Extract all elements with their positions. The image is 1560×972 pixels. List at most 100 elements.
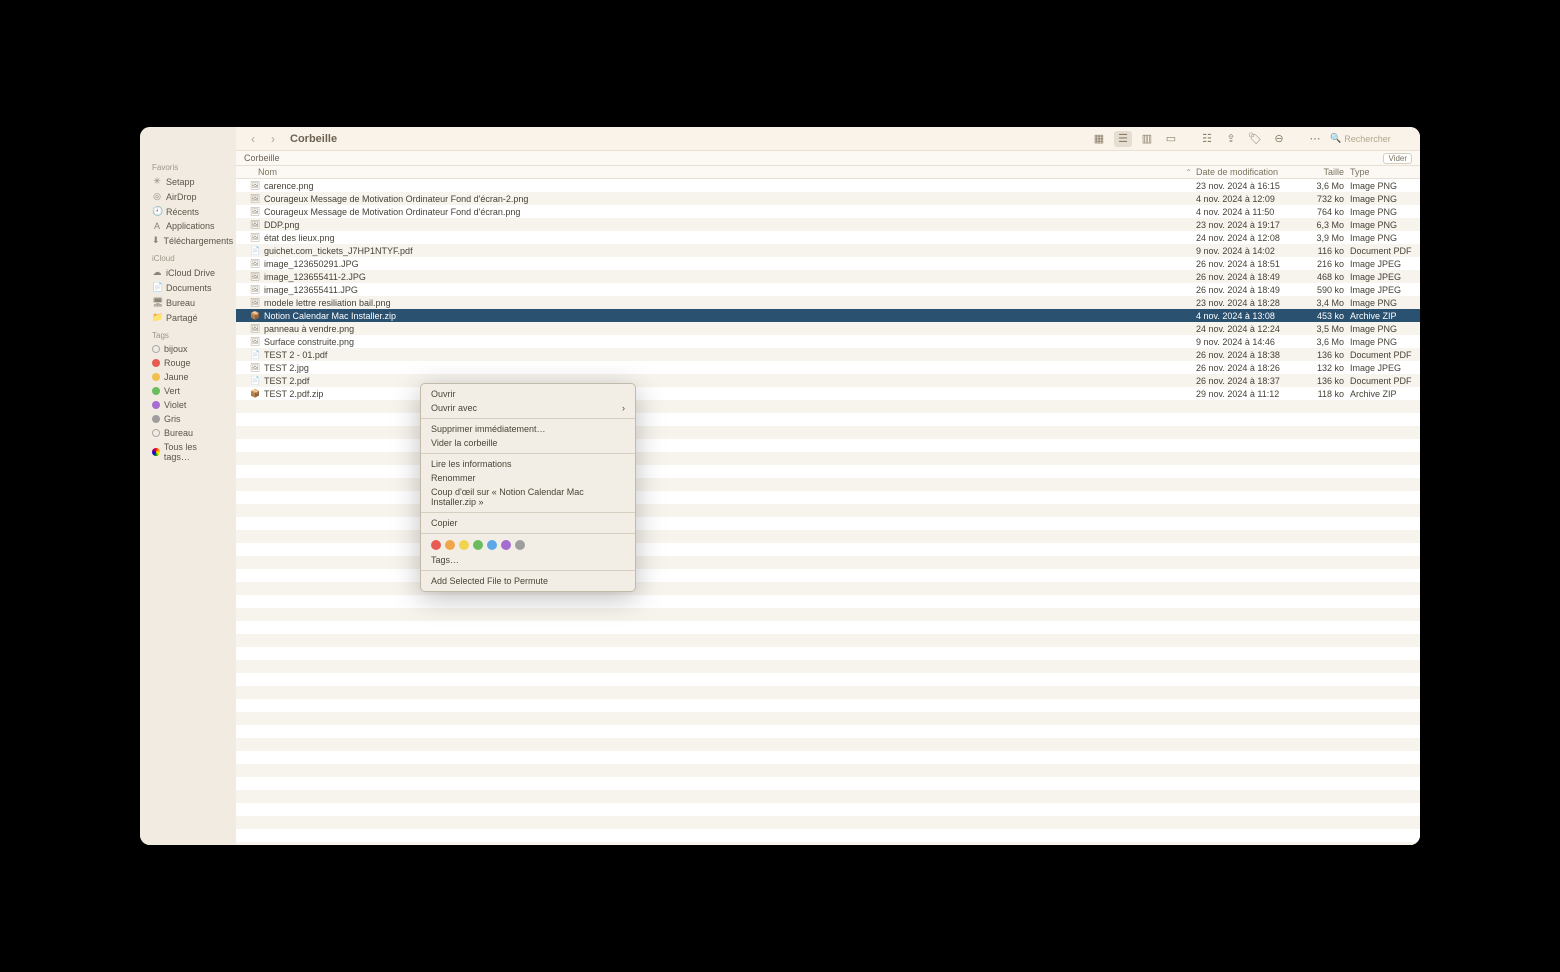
col-header-type[interactable]: Type bbox=[1350, 167, 1420, 177]
ctx-empty-trash[interactable]: Vider la corbeille bbox=[421, 436, 635, 450]
ctx-tag-color[interactable] bbox=[487, 540, 497, 550]
search-field[interactable]: 🔍 Rechercher bbox=[1330, 133, 1410, 144]
file-date: 9 nov. 2024 à 14:02 bbox=[1196, 246, 1296, 256]
ctx-tags-more[interactable]: Tags… bbox=[421, 553, 635, 567]
empty-row bbox=[236, 478, 1420, 491]
file-size: 453 ko bbox=[1296, 311, 1350, 321]
ctx-tag-color[interactable] bbox=[445, 540, 455, 550]
sidebar-icon: A bbox=[152, 221, 162, 231]
file-name: panneau à vendre.png bbox=[264, 324, 354, 334]
sidebar-item[interactable]: ◎AirDrop bbox=[148, 189, 228, 204]
ctx-get-info[interactable]: Lire les informations bbox=[421, 457, 635, 471]
sidebar-tag-item[interactable]: Bureau bbox=[148, 426, 228, 440]
file-row[interactable]: 🖼carence.png 23 nov. 2024 à 16:15 3,6 Mo… bbox=[236, 179, 1420, 192]
file-row[interactable]: 🖼modele lettre resiliation bail.png 23 n… bbox=[236, 296, 1420, 309]
ctx-tag-color[interactable] bbox=[515, 540, 525, 550]
empty-row bbox=[236, 530, 1420, 543]
file-row[interactable]: 🖼Courageux Message de Motivation Ordinat… bbox=[236, 192, 1420, 205]
file-size: 468 ko bbox=[1296, 272, 1350, 282]
sidebar-item-label: Vert bbox=[164, 386, 180, 396]
tags-button[interactable]: 🏷 bbox=[1246, 131, 1264, 147]
view-columns-button[interactable]: ▥ bbox=[1138, 131, 1156, 147]
sidebar-tag-item[interactable]: Rouge bbox=[148, 356, 228, 370]
sidebar-tag-item[interactable]: Jaune bbox=[148, 370, 228, 384]
window-title: Corbeille bbox=[290, 133, 337, 145]
sidebar-item[interactable]: ✳Setapp bbox=[148, 174, 228, 189]
sidebar-item[interactable]: 🖥Bureau bbox=[148, 295, 228, 310]
sidebar-tag-item[interactable]: Vert bbox=[148, 384, 228, 398]
file-row[interactable]: 🖼image_123650291.JPG 26 nov. 2024 à 18:5… bbox=[236, 257, 1420, 270]
sidebar-item[interactable]: 🕘Récents bbox=[148, 204, 228, 219]
ctx-copy[interactable]: Copier bbox=[421, 516, 635, 530]
empty-row bbox=[236, 803, 1420, 816]
sidebar-tag-item[interactable]: Gris bbox=[148, 412, 228, 426]
ctx-tag-color[interactable] bbox=[501, 540, 511, 550]
sidebar-icon: 🖥 bbox=[152, 297, 162, 308]
col-header-date[interactable]: Date de modification bbox=[1196, 167, 1296, 177]
empty-row bbox=[236, 465, 1420, 478]
sidebar-item[interactable]: ☁iCloud Drive bbox=[148, 265, 228, 280]
actions-button[interactable]: ⊖ bbox=[1270, 131, 1288, 147]
sidebar-item-label: Tous les tags… bbox=[164, 442, 224, 462]
forward-button[interactable]: › bbox=[266, 132, 280, 146]
col-header-size[interactable]: Taille bbox=[1296, 167, 1350, 177]
column-headers[interactable]: Nom ⌃ Date de modification Taille Type bbox=[236, 165, 1420, 179]
ctx-open-with[interactable]: Ouvrir avec› bbox=[421, 401, 635, 415]
sidebar-item[interactable]: AApplications bbox=[148, 219, 228, 233]
file-row[interactable]: 📄guichet.com_tickets_J7HP1NTYF.pdf 9 nov… bbox=[236, 244, 1420, 257]
file-row[interactable]: 📦Notion Calendar Mac Installer.zip 4 nov… bbox=[236, 309, 1420, 322]
file-row[interactable]: 📄TEST 2.pdf 26 nov. 2024 à 18:37 136 ko … bbox=[236, 374, 1420, 387]
file-date: 24 nov. 2024 à 12:08 bbox=[1196, 233, 1296, 243]
ctx-rename[interactable]: Renommer bbox=[421, 471, 635, 485]
sidebar-tag-item[interactable]: Violet bbox=[148, 398, 228, 412]
sidebar-item[interactable]: ⬇Téléchargements bbox=[148, 233, 228, 248]
empty-row bbox=[236, 413, 1420, 426]
file-row[interactable]: 🖼Courageux Message de Motivation Ordinat… bbox=[236, 205, 1420, 218]
ctx-add-permute[interactable]: Add Selected File to Permute bbox=[421, 574, 635, 588]
file-row[interactable]: 🖼image_123655411-2.JPG 26 nov. 2024 à 18… bbox=[236, 270, 1420, 283]
ctx-tag-color[interactable] bbox=[459, 540, 469, 550]
view-gallery-button[interactable]: ▭ bbox=[1162, 131, 1180, 147]
ctx-delete-now[interactable]: Supprimer immédiatement… bbox=[421, 422, 635, 436]
empty-row bbox=[236, 621, 1420, 634]
sidebar-tag-item[interactable]: Tous les tags… bbox=[148, 440, 228, 464]
file-row[interactable]: 📦TEST 2.pdf.zip 29 nov. 2024 à 11:12 118… bbox=[236, 387, 1420, 400]
file-row[interactable]: 🖼image_123655411.JPG 26 nov. 2024 à 18:4… bbox=[236, 283, 1420, 296]
file-icon: 🖼 bbox=[250, 259, 260, 269]
col-header-name[interactable]: Nom ⌃ bbox=[240, 167, 1196, 177]
sidebar-item[interactable]: 📁Partagé bbox=[148, 310, 228, 325]
empty-row bbox=[236, 595, 1420, 608]
file-type: Document PDF bbox=[1350, 350, 1420, 360]
group-button[interactable]: ☷ bbox=[1198, 131, 1216, 147]
file-row[interactable]: 📄TEST 2 - 01.pdf 26 nov. 2024 à 18:38 13… bbox=[236, 348, 1420, 361]
view-list-button[interactable]: ☰ bbox=[1114, 131, 1132, 147]
empty-row bbox=[236, 517, 1420, 530]
file-row[interactable]: 🖼DDP.png 23 nov. 2024 à 19:17 6,3 Mo Ima… bbox=[236, 218, 1420, 231]
file-type: Image PNG bbox=[1350, 233, 1420, 243]
more-button[interactable]: ⋯ bbox=[1306, 131, 1324, 147]
share-button[interactable]: ⇪ bbox=[1222, 131, 1240, 147]
ctx-quicklook[interactable]: Coup d'œil sur « Notion Calendar Mac Ins… bbox=[421, 485, 635, 509]
back-button[interactable]: ‹ bbox=[246, 132, 260, 146]
ctx-tag-colors bbox=[421, 537, 635, 553]
file-row[interactable]: 🖼état des lieux.png 24 nov. 2024 à 12:08… bbox=[236, 231, 1420, 244]
sidebar-item[interactable]: 📄Documents bbox=[148, 280, 228, 295]
sidebar-tag-item[interactable]: bijoux bbox=[148, 342, 228, 356]
sort-indicator-icon: ⌃ bbox=[1185, 168, 1192, 177]
file-name: Courageux Message de Motivation Ordinate… bbox=[264, 207, 520, 217]
path-text: Corbeille bbox=[244, 153, 280, 163]
file-row[interactable]: 🖼Surface construite.png 9 nov. 2024 à 14… bbox=[236, 335, 1420, 348]
sidebar-icon: ⬇ bbox=[152, 235, 160, 246]
empty-row bbox=[236, 608, 1420, 621]
ctx-tag-color[interactable] bbox=[431, 540, 441, 550]
ctx-tag-color[interactable] bbox=[473, 540, 483, 550]
empty-trash-button[interactable]: Vider bbox=[1383, 153, 1412, 164]
sidebar-section-tags: Tags bbox=[148, 329, 228, 342]
file-icon: 🖼 bbox=[250, 324, 260, 334]
file-type: Image JPEG bbox=[1350, 285, 1420, 295]
view-icons-button[interactable]: ▦ bbox=[1090, 131, 1108, 147]
file-row[interactable]: 🖼TEST 2.jpg 26 nov. 2024 à 18:26 132 ko … bbox=[236, 361, 1420, 374]
file-row[interactable]: 🖼panneau à vendre.png 24 nov. 2024 à 12:… bbox=[236, 322, 1420, 335]
ctx-open[interactable]: Ouvrir bbox=[421, 387, 635, 401]
file-name: Courageux Message de Motivation Ordinate… bbox=[264, 194, 528, 204]
